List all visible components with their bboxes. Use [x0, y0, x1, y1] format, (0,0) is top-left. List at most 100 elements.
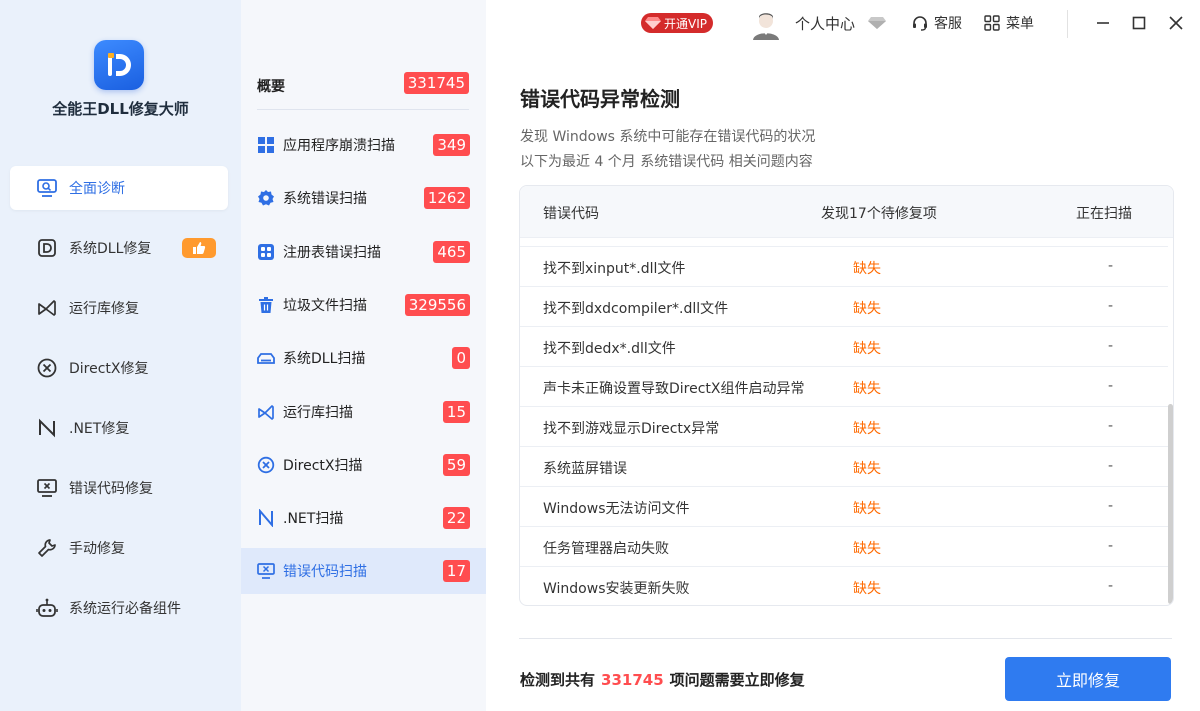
- scan-item-label: 系统错误扫描: [283, 191, 367, 207]
- monitor-search-icon: [36, 177, 58, 199]
- app-logo-icon: [108, 53, 131, 76]
- sidebar-item-manual-repair[interactable]: 手动修复: [10, 526, 228, 570]
- table-row: Windows无法访问文件 缺失 -: [520, 487, 1168, 527]
- gem-icon: [645, 17, 661, 29]
- sidebar-item-label: DirectX修复: [69, 361, 149, 377]
- overview-label: 概要: [257, 78, 285, 95]
- table-header: 错误代码 发现17个待修复项 正在扫描: [520, 186, 1173, 238]
- user-center-link[interactable]: 个人中心: [795, 13, 855, 34]
- table-row: 系统蓝屏错误 缺失 -: [520, 447, 1168, 487]
- error-name: Windows无法访问文件: [543, 501, 690, 517]
- description-line-1: 发现 Windows 系统中可能存在错误代码的状况: [520, 129, 816, 145]
- page-title: 错误代码异常检测: [520, 87, 680, 111]
- summary-suffix: 项问题需要立即修复: [669, 671, 805, 689]
- status-badge: 缺失: [853, 541, 881, 557]
- sidebar-item-runtime-repair[interactable]: 运行库修复: [10, 286, 228, 330]
- scan-item-label: 垃圾文件扫描: [283, 298, 367, 314]
- overview-count-badge: 331745: [403, 72, 469, 94]
- sidebar-item-label: .NET修复: [69, 421, 130, 437]
- toolbar-divider: [1067, 10, 1068, 38]
- headset-icon: [913, 16, 927, 31]
- column-header-scanning: 正在扫描: [1076, 206, 1132, 222]
- scan-item-directx[interactable]: DirectX扫描 59: [241, 442, 486, 488]
- menu-button[interactable]: 菜单: [984, 13, 1034, 33]
- sidebar-item-label: 运行库修复: [69, 301, 139, 317]
- runtime-icon: [257, 403, 275, 421]
- scan-item-system-error[interactable]: 系统错误扫描 1262: [241, 175, 486, 221]
- scan-progress: -: [1108, 338, 1114, 354]
- service-label: 客服: [934, 16, 962, 32]
- vip-label: 开通VIP: [664, 16, 707, 31]
- error-code-icon: [36, 477, 58, 499]
- status-badge: 缺失: [853, 581, 881, 597]
- error-name: 找不到dedx*.dll文件: [543, 341, 676, 357]
- scan-item-runtime[interactable]: 运行库扫描 15: [241, 389, 486, 435]
- footer-divider: [519, 638, 1172, 639]
- table-row: 找不到dxdcompiler*.dll文件 缺失 -: [520, 287, 1168, 327]
- maximize-icon: [1132, 16, 1146, 30]
- robot-icon: [36, 597, 58, 619]
- overview-item[interactable]: 概要 331745: [257, 62, 469, 110]
- error-name: 任务管理器启动失败: [543, 541, 669, 557]
- scan-item-label: .NET扫描: [283, 511, 344, 527]
- dotnet-icon: [36, 417, 58, 439]
- scan-item-junk-files[interactable]: 垃圾文件扫描 329556: [241, 282, 486, 328]
- table-scrollbar[interactable]: [1168, 404, 1173, 604]
- sidebar-item-label: 手动修复: [69, 541, 125, 557]
- customer-service-button[interactable]: 客服: [912, 13, 962, 33]
- scan-item-registry-error[interactable]: 注册表错误扫描 465: [241, 229, 486, 275]
- count-badge: 17: [442, 560, 470, 582]
- summary-count: 331745: [601, 671, 664, 689]
- registry-icon: [257, 243, 275, 261]
- repair-now-button[interactable]: 立即修复: [1005, 657, 1171, 701]
- scan-progress: -: [1108, 258, 1114, 274]
- scan-item-dotnet[interactable]: .NET扫描 22: [241, 495, 486, 541]
- minimize-button[interactable]: [1092, 12, 1114, 34]
- sidebar-item-system-dll-repair[interactable]: 系统DLL修复: [10, 226, 228, 270]
- table-row: 找不到xinput*.dll文件 缺失 -: [520, 247, 1168, 287]
- table-row: Windows安装更新失败 缺失 -: [520, 567, 1168, 605]
- close-icon: [1169, 16, 1183, 30]
- directx-icon: [257, 456, 275, 474]
- trash-icon: [257, 296, 275, 314]
- error-code-icon: [257, 562, 275, 580]
- avatar[interactable]: [752, 10, 780, 40]
- vip-button[interactable]: 开通VIP: [641, 13, 713, 33]
- sidebar-item-full-diagnosis[interactable]: 全面诊断: [10, 166, 228, 210]
- scan-item-label: 运行库扫描: [283, 405, 353, 421]
- count-badge: 465: [433, 241, 470, 263]
- scan-progress: -: [1108, 578, 1114, 594]
- scan-progress: -: [1108, 458, 1114, 474]
- menu-grid-icon: [984, 15, 1000, 31]
- sidebar-item-directx-repair[interactable]: DirectX修复: [10, 346, 228, 390]
- diamond-icon: [868, 16, 886, 34]
- close-button[interactable]: [1165, 12, 1187, 34]
- status-badge: 缺失: [853, 301, 881, 317]
- menu-label: 菜单: [1006, 16, 1034, 32]
- status-badge: 缺失: [853, 461, 881, 477]
- error-name: Windows安装更新失败: [543, 581, 690, 597]
- status-badge: 缺失: [853, 421, 881, 437]
- directx-icon: [36, 357, 58, 379]
- error-name: 找不到dxdcompiler*.dll文件: [543, 301, 729, 317]
- scan-progress: -: [1108, 378, 1114, 394]
- scan-item-app-crash[interactable]: 应用程序崩溃扫描 349: [241, 122, 486, 168]
- table-row: 找不到游戏显示Directx异常 缺失 -: [520, 407, 1168, 447]
- scan-item-error-code[interactable]: 错误代码扫描 17: [241, 548, 486, 594]
- error-code-table: 错误代码 发现17个待修复项 正在扫描 找不到xinput*.dll文件 缺失 …: [519, 185, 1174, 606]
- scan-item-label: DirectX扫描: [283, 458, 363, 474]
- sidebar-item-system-components[interactable]: 系统运行必备组件: [10, 586, 228, 630]
- table-row: 找不到dedx*.dll文件 缺失 -: [520, 327, 1168, 367]
- sidebar-item-dotnet-repair[interactable]: .NET修复: [10, 406, 228, 450]
- scan-item-system-dll[interactable]: 系统DLL扫描 0: [241, 335, 486, 381]
- maximize-button[interactable]: [1128, 12, 1150, 34]
- grid-icon: [257, 136, 275, 154]
- error-name: 找不到游戏显示Directx异常: [543, 421, 720, 437]
- scan-category-list: 概要 331745 应用程序崩溃扫描 349 系统错误扫描 1262 注册表错误…: [241, 0, 486, 711]
- sidebar-item-error-code-repair[interactable]: 错误代码修复: [10, 466, 228, 510]
- runtime-icon: [36, 297, 58, 319]
- count-badge: 349: [433, 134, 470, 156]
- summary-prefix: 检测到共有: [520, 671, 596, 689]
- count-badge: 59: [442, 454, 470, 476]
- count-badge: 15: [442, 401, 470, 423]
